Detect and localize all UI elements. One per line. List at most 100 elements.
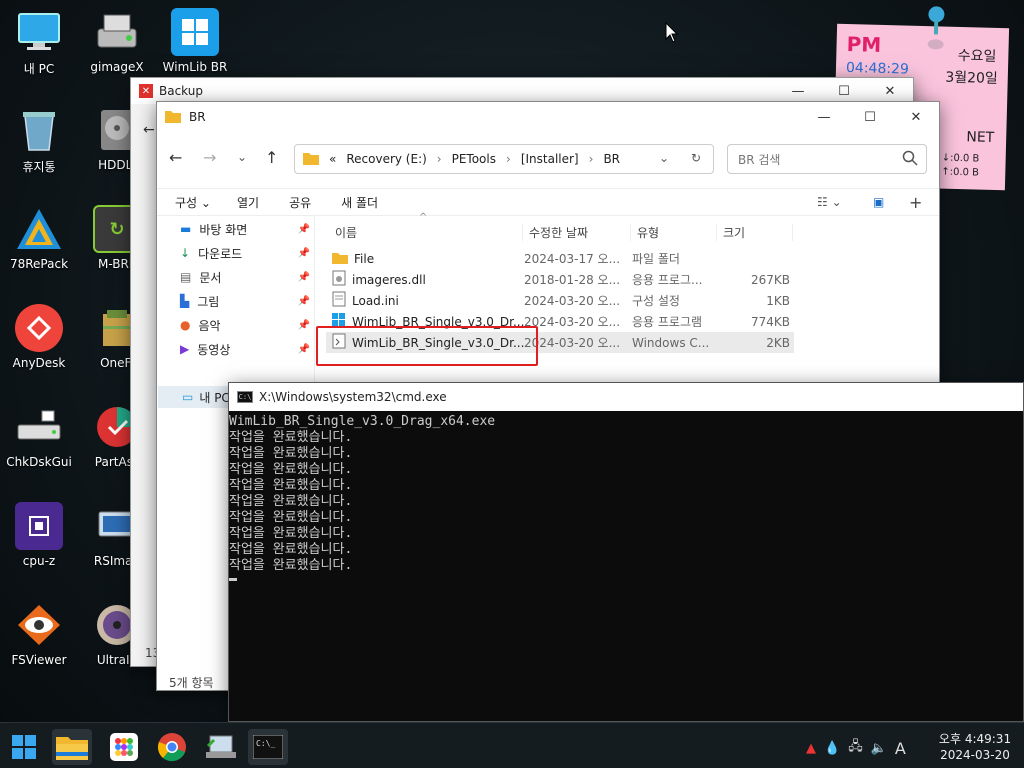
recent-chevron-icon[interactable]: ⌄ <box>237 150 247 164</box>
tray-app-icon[interactable]: ▲ <box>806 741 816 756</box>
address-bar[interactable]: « Recovery (E:) › PETools › [Installer] … <box>294 144 714 174</box>
cmd-line: 작업을 완료했습니다. <box>229 526 353 541</box>
file-row[interactable]: File 2024-03-17 오... 파일 폴더 <box>326 248 794 269</box>
nav-item-music[interactable]: ● 음악 📌 <box>180 314 310 336</box>
breadcrumb-overflow[interactable]: « <box>329 152 336 166</box>
breadcrumb-installer[interactable]: [Installer] <box>521 152 579 166</box>
cmd-titlebar[interactable]: C:\ X:\Windows\system32\cmd.exe <box>229 383 1023 411</box>
chevron-right-icon: › <box>436 152 442 166</box>
clock[interactable]: 오후 4:49:31 2024-03-20 <box>930 731 1020 763</box>
open-button[interactable]: 열기 <box>237 194 259 211</box>
sort-chevron-icon: ^ <box>419 212 428 223</box>
taskbar-network-app[interactable] <box>200 729 240 765</box>
sticky-down: ↓:0.0 B <box>941 152 980 165</box>
column-size[interactable]: 크기 <box>717 223 793 241</box>
nav-item-documents[interactable]: ▤ 문서 📌 <box>180 266 310 288</box>
picture-icon: ▙ <box>180 294 190 308</box>
cmd-line: 작업을 완료했습니다. <box>229 446 353 461</box>
nav-item-pictures[interactable]: ▙ 그림 📌 <box>180 290 310 312</box>
taskbar-apps-grid[interactable] <box>104 729 144 765</box>
desktop-icon-wimlib-br[interactable]: WimLib BR <box>156 8 234 74</box>
desktop-icon-my-pc[interactable]: 내 PC <box>0 8 78 77</box>
back-arrow-icon[interactable]: ← <box>143 122 155 138</box>
desktop-icon-cpu-z[interactable]: cpu-z <box>0 502 78 568</box>
minimize-button[interactable]: — <box>801 104 847 130</box>
volume-icon[interactable]: 🔈 <box>871 741 887 756</box>
address-row: ← → ⌄ ↑ « Recovery (E:) › PETools › [Ins… <box>157 144 939 174</box>
desktop-icon-78repack[interactable]: 78RePack <box>0 205 78 271</box>
nav-item-downloads[interactable]: ↓ 다운로드 📌 <box>180 242 310 264</box>
back-arrow-icon[interactable]: ← <box>169 148 182 167</box>
network-icon[interactable]: 🖧 <box>848 737 863 759</box>
chevron-right-icon: › <box>506 152 511 166</box>
cmd-line: 작업을 완료했습니다. <box>229 558 353 573</box>
nav-item-desktop[interactable]: ▬ 바탕 화면 📌 <box>180 218 310 240</box>
preview-pane-icon[interactable]: ▣ <box>873 195 884 209</box>
desktop-icon-fsviewer[interactable]: FSViewer <box>0 601 78 667</box>
column-name[interactable]: 이름 <box>325 223 523 241</box>
nav-item-this-pc[interactable]: ▭ 내 PC <box>158 386 230 408</box>
taskbar-cmd[interactable]: C:\_ <box>248 729 288 765</box>
taskbar: C:\_ ▲ 💧 🖧 🔈 A 오후 4:49:31 2024-03-20 <box>0 722 1024 768</box>
cmd-icon: C:\ <box>237 391 253 403</box>
cmd-window[interactable]: C:\ X:\Windows\system32\cmd.exe WimLib_B… <box>228 382 1024 722</box>
taskbar-chrome[interactable] <box>152 729 192 765</box>
nav-item-videos[interactable]: ▶ 동영상 📌 <box>180 338 310 360</box>
svg-text:C:\_: C:\_ <box>256 739 275 748</box>
search-input[interactable]: BR 검색 <box>727 144 927 174</box>
sticky-ampm: PM <box>846 32 882 57</box>
pin-icon: 📌 <box>297 343 310 355</box>
breadcrumb-petools[interactable]: PETools <box>452 152 496 166</box>
highlight-box <box>316 326 538 366</box>
backup-title: Backup <box>159 84 203 98</box>
video-icon: ▶ <box>180 342 190 356</box>
drive-icon <box>93 8 141 56</box>
tray-drop-icon[interactable]: 💧 <box>824 741 840 756</box>
cmd-line: 작업을 완료했습니다. <box>229 462 353 477</box>
ini-icon <box>332 291 346 310</box>
taskbar-explorer[interactable] <box>52 729 92 765</box>
forward-arrow-icon[interactable]: → <box>203 148 216 167</box>
maximize-button[interactable]: ☐ <box>847 104 893 130</box>
breadcrumb-br[interactable]: BR <box>603 152 620 166</box>
clock-time: 오후 4:49:31 <box>938 732 1012 746</box>
monitor-icon <box>15 8 63 56</box>
monitor-icon: ▭ <box>182 390 194 404</box>
system-tray: ▲ 💧 🖧 🔈 A <box>806 737 906 759</box>
chevron-down-icon[interactable]: ⌄ <box>659 151 669 165</box>
organize-button[interactable]: 구성 ⌄ <box>175 194 211 211</box>
column-headers: 이름 수정한 날짜 유형 크기 <box>325 220 795 244</box>
sticky-net-label: NET <box>966 129 995 146</box>
cmd-title: X:\Windows\system32\cmd.exe <box>259 390 447 404</box>
close-button[interactable]: ✕ <box>893 104 939 130</box>
start-button[interactable] <box>4 729 44 765</box>
column-type[interactable]: 유형 <box>631 223 717 241</box>
desktop-icon-anydesk[interactable]: AnyDesk <box>0 304 78 370</box>
refresh-icon[interactable]: ↻ <box>691 151 701 165</box>
new-folder-button[interactable]: 새 폴더 <box>341 194 378 211</box>
cmd-line: 작업을 완료했습니다. <box>229 494 353 509</box>
cmd-line: 작업을 완료했습니다. <box>229 510 353 525</box>
breadcrumb-recovery[interactable]: Recovery (E:) <box>346 152 426 166</box>
cmd-output[interactable]: WimLib_BR_Single_v3.0_Drag_x64.exe 작업을 완… <box>229 414 1023 581</box>
up-arrow-icon[interactable]: ↑ <box>265 148 278 167</box>
view-options-icon[interactable]: ☷ ⌄ <box>817 195 842 209</box>
windows-logo-icon <box>171 8 219 56</box>
column-date[interactable]: 수정한 날짜 <box>523 223 631 241</box>
ime-indicator[interactable]: A <box>895 739 906 758</box>
desktop-icon-chkdskgui[interactable]: ChkDskGui <box>0 403 78 469</box>
sticky-time: 04:48:29 <box>845 60 910 74</box>
share-button[interactable]: 공유 <box>289 194 311 211</box>
add-icon[interactable]: + <box>909 193 922 212</box>
file-row[interactable]: imageres.dll 2018-01-28 오... 응용 프로그... 2… <box>326 269 794 290</box>
mouse-pointer-icon <box>665 21 679 47</box>
file-row[interactable]: Load.ini 2024-03-20 오... 구성 설정 1KB <box>326 290 794 311</box>
pin-icon: 📌 <box>297 247 310 259</box>
clock-date: 2024-03-20 <box>940 748 1010 762</box>
desktop-icon-gimagex[interactable]: gimageX <box>78 8 156 74</box>
anydesk-icon <box>15 304 63 352</box>
sticky-date: 3월20일 <box>945 69 998 87</box>
desktop-icon-recycle-bin[interactable]: 휴지통 <box>0 106 78 175</box>
sticky-up: ↑:0.0 B <box>941 166 980 179</box>
command-bar: 구성 ⌄ 열기 공유 새 폴더 ☷ ⌄ ▣ + <box>157 188 939 216</box>
